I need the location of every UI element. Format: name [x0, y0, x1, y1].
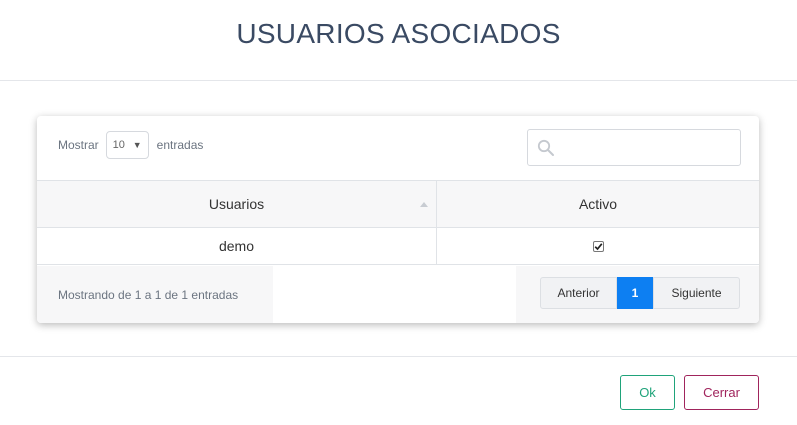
- column-header-label: Activo: [578, 196, 618, 212]
- cell-activo: [437, 228, 759, 264]
- search-icon: [537, 139, 554, 156]
- users-table: Usuarios Activo demo: [37, 180, 759, 265]
- search-input[interactable]: [527, 129, 741, 166]
- column-header-usuarios[interactable]: Usuarios: [37, 181, 437, 227]
- sort-ascending-icon: [420, 202, 428, 207]
- modal-header: USUARIOS ASOCIADOS: [0, 0, 797, 81]
- table-info-text: Mostrando de 1 a 1 de 1 entradas: [58, 287, 239, 302]
- column-header-activo[interactable]: Activo: [437, 181, 759, 227]
- close-button[interactable]: Cerrar: [684, 375, 759, 410]
- table-row: demo: [37, 228, 759, 265]
- modal-footer: Ok Cerrar: [0, 356, 797, 425]
- table-header-row: Usuarios Activo: [37, 180, 759, 228]
- table-info: Mostrando de 1 a 1 de 1 entradas: [37, 266, 273, 323]
- modal-dialog: USUARIOS ASOCIADOS Mostrar 10 ▼ entradas: [0, 0, 797, 425]
- usuario-value: demo: [218, 238, 255, 254]
- checkmark-icon: [594, 242, 602, 250]
- next-page-button[interactable]: Siguiente: [653, 277, 740, 309]
- entries-per-page-value: 10: [112, 139, 125, 151]
- column-header-label: Usuarios: [208, 196, 265, 212]
- cell-usuario: demo: [37, 228, 437, 264]
- pagination: Anterior 1 Siguiente: [540, 277, 740, 309]
- length-suffix-label: entradas: [156, 138, 204, 152]
- datatable-card: Mostrar 10 ▼ entradas Usuarios Activo de…: [37, 116, 759, 323]
- previous-page-button[interactable]: Anterior: [540, 277, 617, 309]
- length-control: Mostrar 10 ▼ entradas: [58, 131, 203, 159]
- modal-body: Mostrar 10 ▼ entradas Usuarios Activo de…: [0, 82, 797, 356]
- entries-per-page-select[interactable]: 10 ▼: [105, 131, 149, 159]
- chevron-down-icon: ▼: [132, 140, 142, 150]
- length-prefix-label: Mostrar: [58, 138, 99, 152]
- modal-title: USUARIOS ASOCIADOS: [236, 18, 561, 49]
- activo-checkbox[interactable]: [592, 240, 604, 252]
- ok-button[interactable]: Ok: [620, 375, 675, 410]
- page-1-button[interactable]: 1: [617, 277, 653, 309]
